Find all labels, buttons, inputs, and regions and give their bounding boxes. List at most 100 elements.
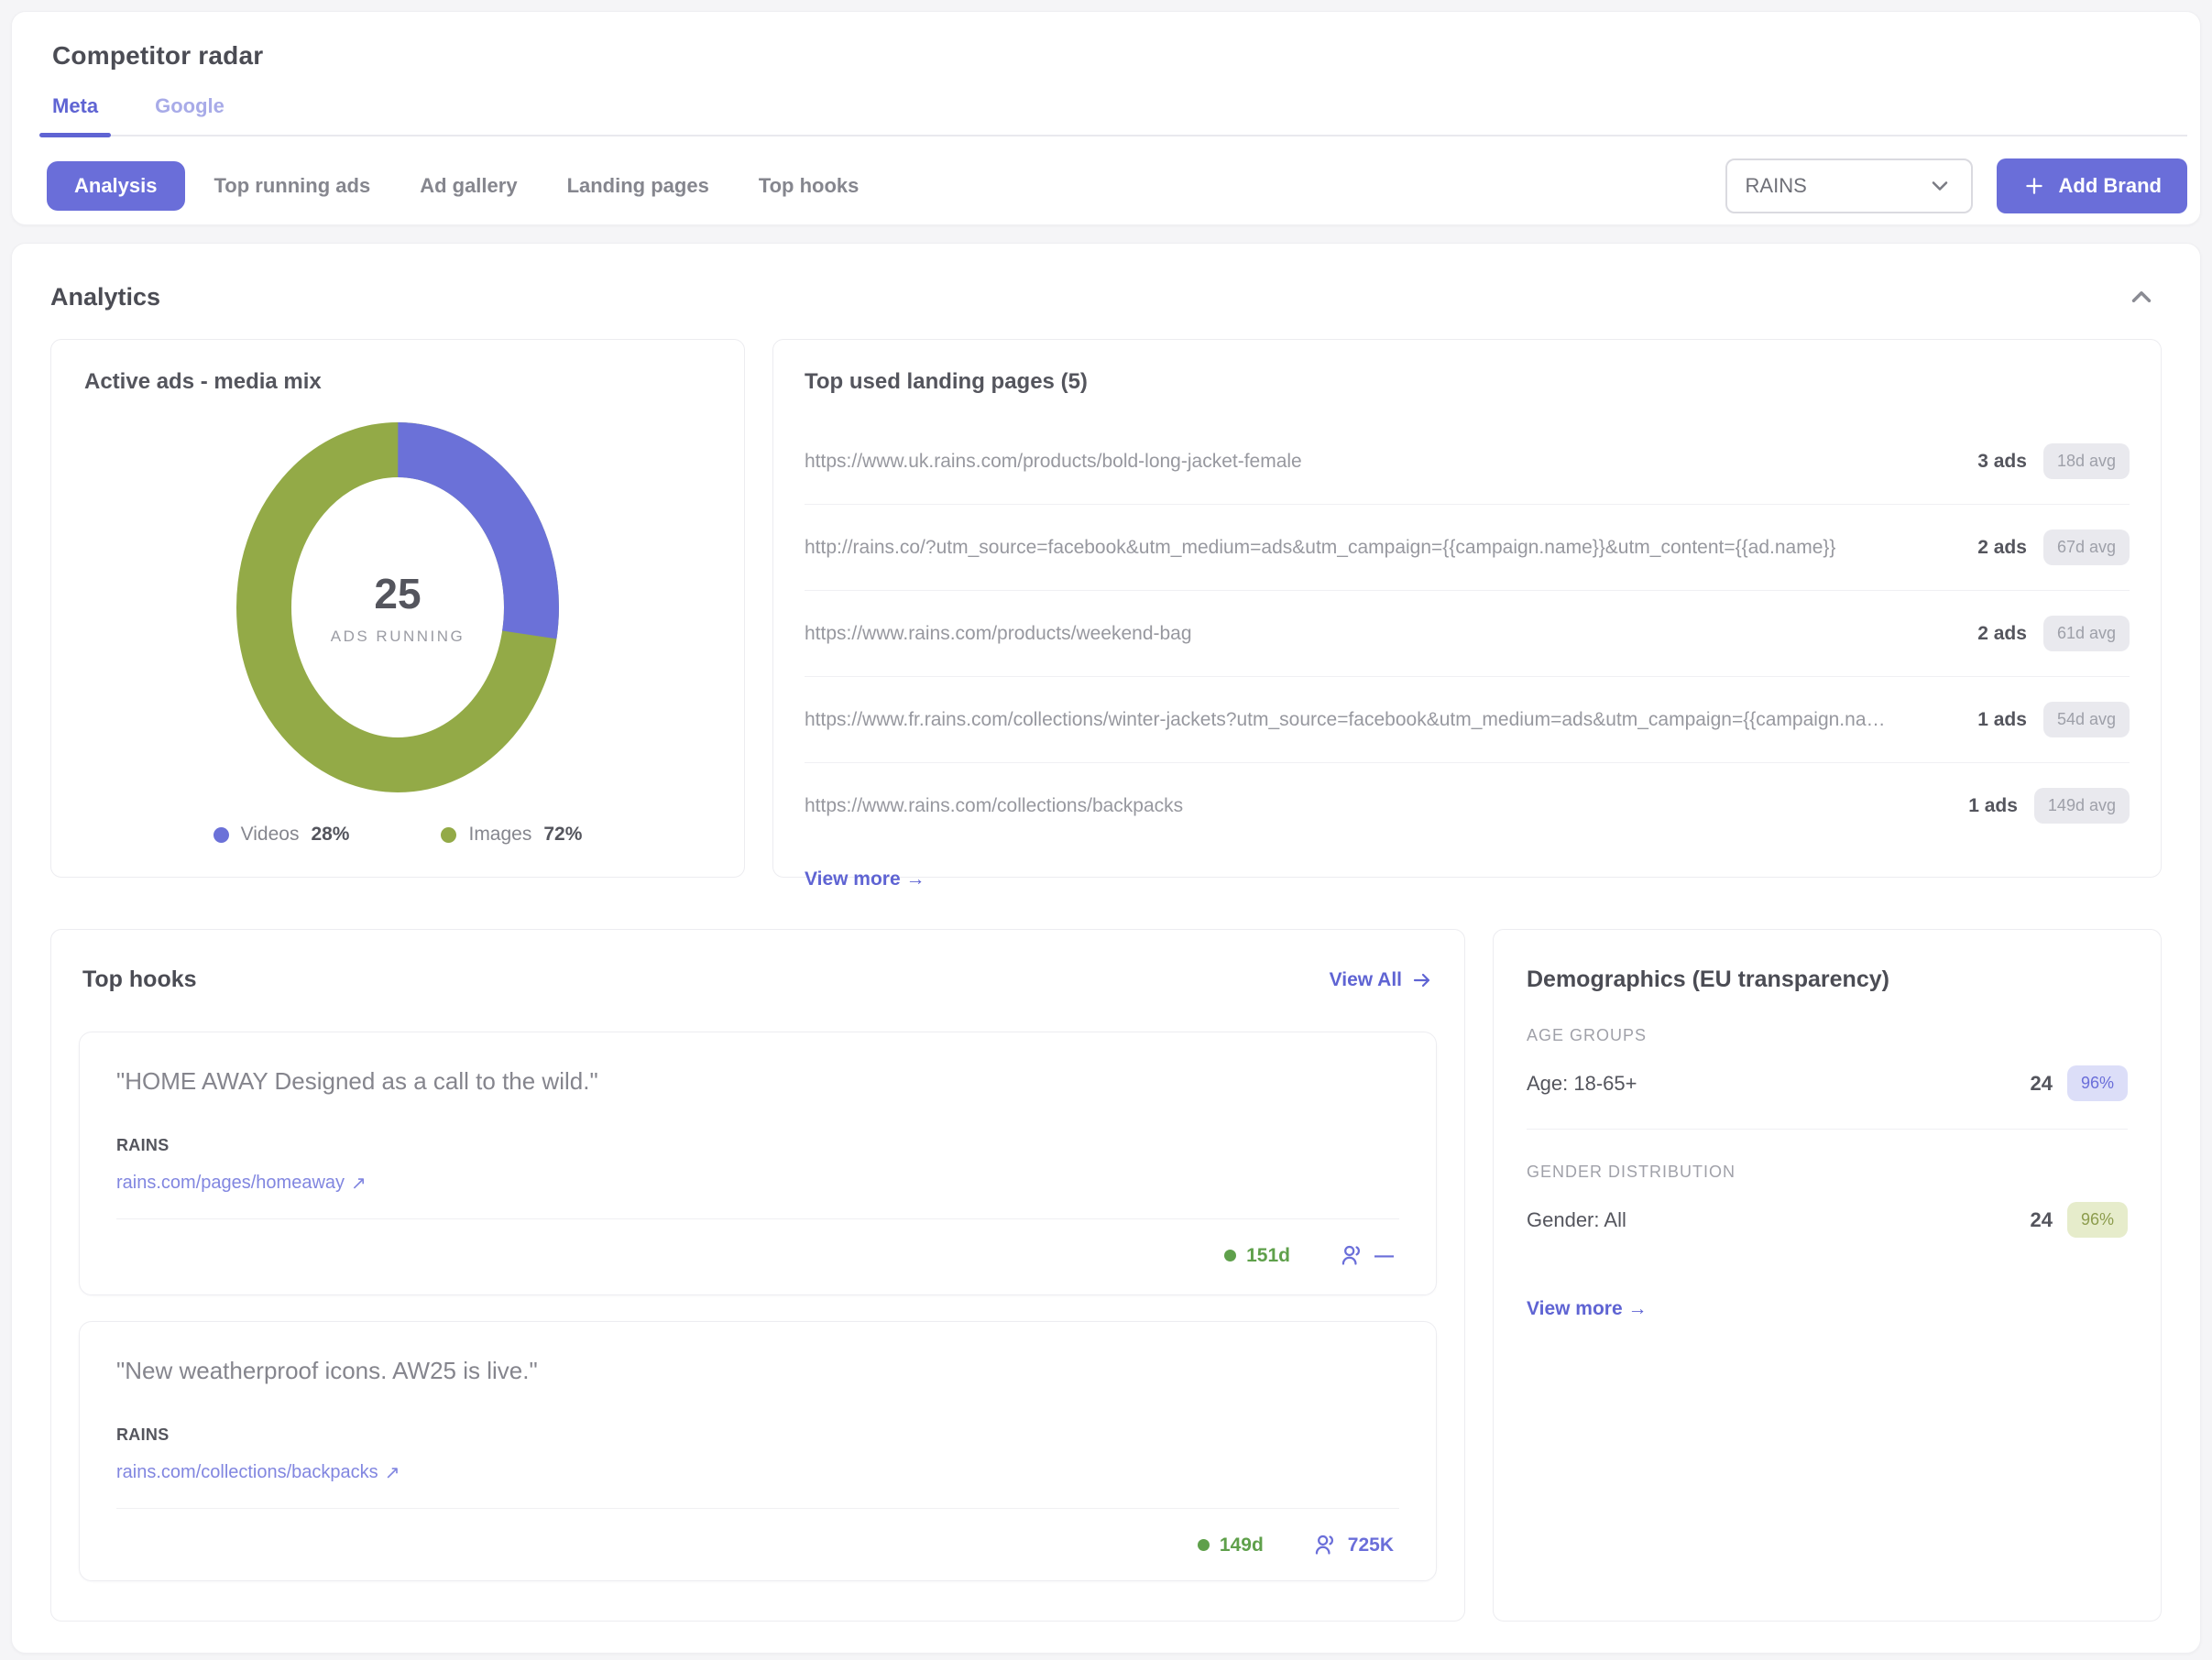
hook-quote: "New weatherproof icons. AW25 is live." <box>116 1357 1399 1385</box>
analytics-panel: Analytics Active ads - media mix 25 ADS … <box>11 243 2201 1654</box>
chevron-up-icon[interactable] <box>2121 278 2162 315</box>
demographics-title: Demographics (EU transparency) <box>1527 967 2128 993</box>
analytics-row-2: Top hooks View All "HOME AWAY Designed a… <box>50 929 2162 1622</box>
analytics-title: Analytics <box>50 283 160 311</box>
active-dot-icon <box>1198 1539 1210 1551</box>
landing-page-url[interactable]: https://www.rains.com/products/weekend-b… <box>805 623 1977 645</box>
legend-label: Videos <box>241 824 300 846</box>
avg-days-badge: 149d avg <box>2034 788 2130 824</box>
view-all-label: View All <box>1330 969 1402 991</box>
users-icon <box>1340 1243 1364 1268</box>
brand-select[interactable]: RAINS <box>1725 158 1973 213</box>
hook-link[interactable]: rains.com/collections/backpacks ↗ <box>116 1461 400 1484</box>
view-all-link[interactable]: View All <box>1330 969 1433 991</box>
ads-count: 3 ads <box>1977 451 2027 473</box>
hook-card: "HOME AWAY Designed as a call to the wil… <box>79 1032 1437 1295</box>
hook-days-value: 149d <box>1220 1534 1264 1556</box>
ads-count: 2 ads <box>1977 623 2027 645</box>
view-more-link[interactable]: View more → <box>1527 1298 1648 1320</box>
external-link-icon: ↗ <box>385 1461 400 1484</box>
nav-top-hooks[interactable]: Top hooks <box>739 161 880 211</box>
competitor-radar-panel: Competitor radar Meta Google Analysis To… <box>11 11 2201 225</box>
avg-days-badge: 18d avg <box>2043 443 2130 479</box>
demo-row-age: Age: 18-65+ 24 96% <box>1527 1065 2128 1101</box>
hook-quote: "HOME AWAY Designed as a call to the wil… <box>116 1067 1399 1096</box>
add-brand-label: Add Brand <box>2059 174 2162 198</box>
tab-meta[interactable]: Meta <box>39 89 111 135</box>
landing-page-url[interactable]: http://rains.co/?utm_source=facebook&utm… <box>805 537 1977 559</box>
plus-icon <box>2022 174 2046 198</box>
media-mix-donut-chart: 25 ADS RUNNING <box>236 422 559 792</box>
hook-days-value: 151d <box>1246 1245 1290 1267</box>
arrow-right-icon <box>1411 969 1433 991</box>
hook-card: "New weatherproof icons. AW25 is live." … <box>79 1321 1437 1581</box>
table-row: https://www.uk.rains.com/products/bold-l… <box>805 419 2130 505</box>
landing-pages-list: https://www.uk.rains.com/products/bold-l… <box>805 419 2130 848</box>
table-row: https://www.fr.rains.com/collections/win… <box>805 677 2130 763</box>
hook-link-url: rains.com/collections/backpacks <box>116 1462 378 1483</box>
legend-value: 28% <box>311 824 349 846</box>
divider <box>1527 1129 2128 1130</box>
avg-days-badge: 67d avg <box>2043 530 2130 565</box>
donut-center: 25 ADS RUNNING <box>236 422 559 792</box>
table-row: https://www.rains.com/products/weekend-b… <box>805 591 2130 677</box>
chevron-down-icon <box>1927 173 1953 199</box>
analytics-header: Analytics <box>50 278 2162 315</box>
toolbar: Analysis Top running ads Ad gallery Land… <box>52 158 2187 213</box>
age-row-label: Age: 18-65+ <box>1527 1072 2030 1096</box>
legend-dot <box>441 827 456 843</box>
header-controls: RAINS Add Brand <box>1725 158 2187 213</box>
ads-running-label: ADS RUNNING <box>331 628 465 646</box>
ads-running-value: 25 <box>374 569 421 618</box>
gender-pct-badge: 96% <box>2067 1202 2128 1238</box>
legend-item-videos: Videos 28% <box>214 824 350 846</box>
ads-count: 1 ads <box>1968 795 2018 817</box>
nav-analysis[interactable]: Analysis <box>47 161 185 211</box>
table-row: http://rains.co/?utm_source=facebook&utm… <box>805 505 2130 591</box>
view-more-link[interactable]: View more → <box>805 868 925 890</box>
avg-days-badge: 61d avg <box>2043 616 2130 651</box>
hook-reach: — <box>1340 1243 1394 1268</box>
landing-pages-title: Top used landing pages (5) <box>805 369 2130 395</box>
avg-days-badge: 54d avg <box>2043 702 2130 737</box>
analytics-row-1: Active ads - media mix 25 ADS RUNNING Vi… <box>50 339 2162 878</box>
hook-days: 151d <box>1224 1245 1290 1267</box>
demo-row-gender: Gender: All 24 96% <box>1527 1202 2128 1238</box>
section-nav: Analysis Top running ads Ad gallery Land… <box>47 161 879 211</box>
hook-link-url: rains.com/pages/homeaway <box>116 1173 345 1194</box>
hook-reach-value: — <box>1374 1245 1394 1267</box>
demographics-card: Demographics (EU transparency) AGE GROUP… <box>1493 929 2162 1622</box>
top-hooks-title: Top hooks <box>82 967 197 993</box>
external-link-icon: ↗ <box>351 1172 367 1195</box>
page-title: Competitor radar <box>52 41 2187 71</box>
ads-count: 1 ads <box>1977 709 2027 731</box>
tab-google[interactable]: Google <box>142 89 237 135</box>
nav-top-running-ads[interactable]: Top running ads <box>194 161 391 211</box>
hook-reach-value: 725K <box>1348 1534 1394 1556</box>
legend-item-images: Images 72% <box>441 824 582 846</box>
age-count: 24 <box>2030 1072 2052 1096</box>
legend-value: 72% <box>543 824 582 846</box>
table-row: https://www.rains.com/collections/backpa… <box>805 763 2130 848</box>
landing-page-url[interactable]: https://www.rains.com/collections/backpa… <box>805 795 1968 817</box>
ads-count: 2 ads <box>1977 537 2027 559</box>
media-mix-title: Active ads - media mix <box>84 369 711 395</box>
hook-link[interactable]: rains.com/pages/homeaway ↗ <box>116 1172 367 1195</box>
landing-page-url[interactable]: https://www.fr.rains.com/collections/win… <box>805 709 1977 731</box>
add-brand-button[interactable]: Add Brand <box>1997 158 2187 213</box>
gender-distribution-label: GENDER DISTRIBUTION <box>1527 1163 2128 1182</box>
hook-reach: 725K <box>1313 1533 1394 1557</box>
users-icon <box>1313 1533 1338 1557</box>
hook-footer: 151d — <box>116 1219 1399 1268</box>
legend-dot <box>214 827 229 843</box>
gender-row-label: Gender: All <box>1527 1208 2030 1232</box>
media-mix-card: Active ads - media mix 25 ADS RUNNING Vi… <box>50 339 745 878</box>
landing-page-url[interactable]: https://www.uk.rains.com/products/bold-l… <box>805 451 1977 473</box>
top-hooks-header: Top hooks View All <box>79 967 1437 993</box>
top-hooks-card: Top hooks View All "HOME AWAY Designed a… <box>50 929 1465 1622</box>
nav-landing-pages[interactable]: Landing pages <box>547 161 729 211</box>
nav-ad-gallery[interactable]: Ad gallery <box>400 161 537 211</box>
hook-brand: RAINS <box>116 1136 1399 1155</box>
platform-tabs: Meta Google <box>39 89 2187 137</box>
landing-pages-card: Top used landing pages (5) https://www.u… <box>772 339 2162 878</box>
